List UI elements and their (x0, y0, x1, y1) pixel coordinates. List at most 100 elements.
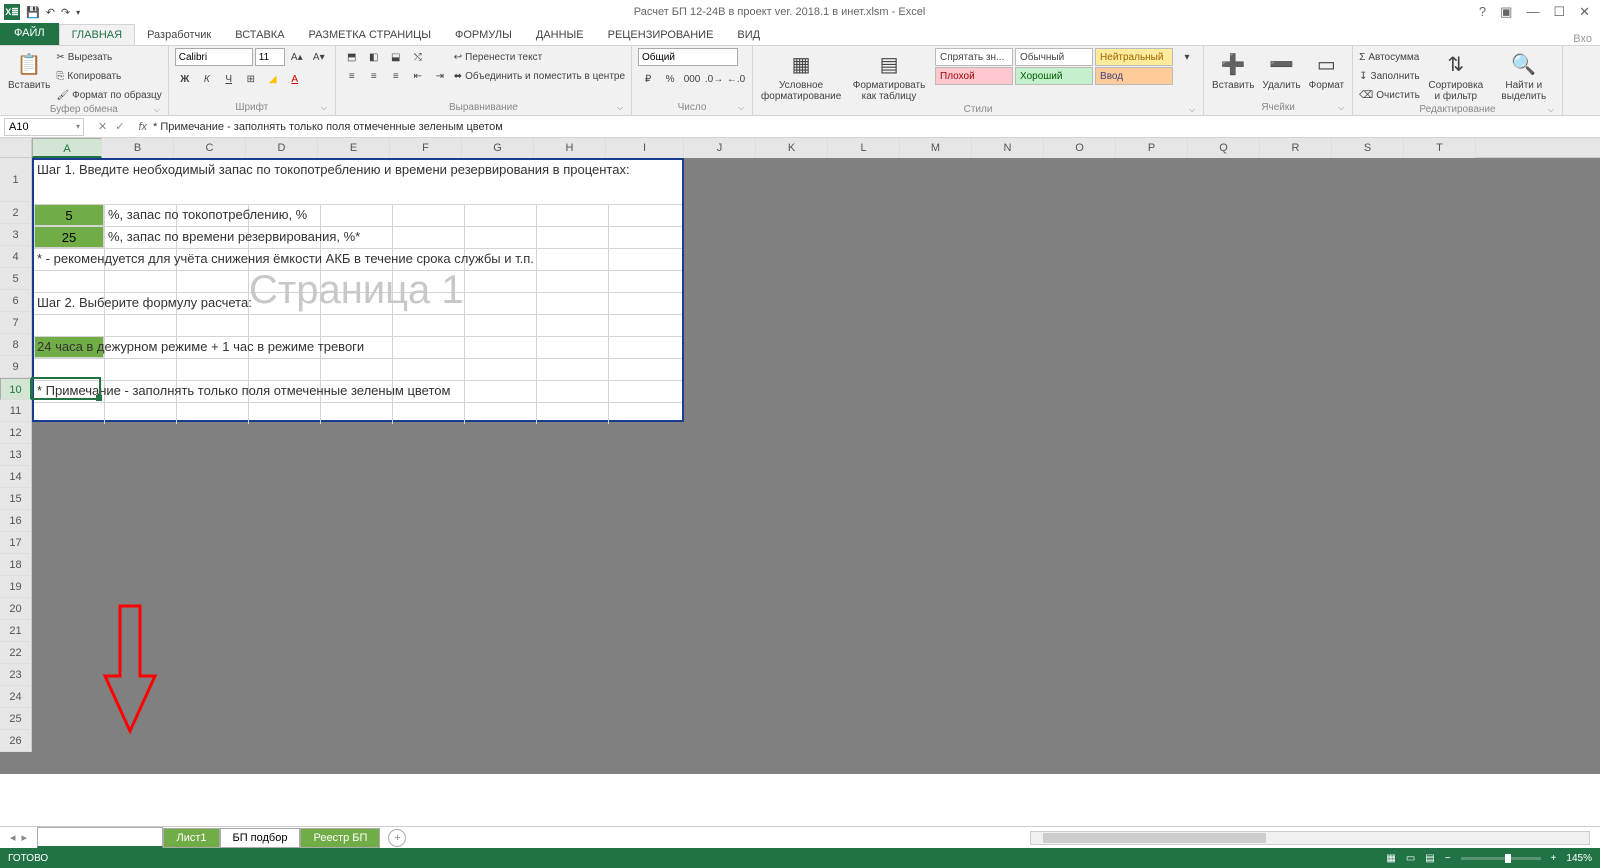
conditional-format-button[interactable]: ▦Условное форматирование (759, 48, 843, 104)
cancel-fx-icon[interactable]: ✕ (98, 120, 107, 133)
row-header[interactable]: 7 (0, 312, 32, 334)
style-normal[interactable]: Обычный (1015, 48, 1093, 66)
select-all-corner[interactable] (0, 138, 32, 157)
align-center-icon[interactable]: ≡ (364, 67, 384, 85)
delete-cells-button[interactable]: ➖Удалить (1260, 48, 1302, 93)
view-normal-icon[interactable]: ▦ (1386, 853, 1395, 864)
column-header[interactable]: H (534, 138, 606, 158)
column-header[interactable]: R (1260, 138, 1332, 158)
clear-button[interactable]: ⌫Очистить (1359, 86, 1420, 104)
row-header[interactable]: 17 (0, 532, 32, 554)
paste-button[interactable]: 📋 Вставить (6, 48, 52, 93)
signin-label[interactable]: Вхо (1573, 33, 1600, 45)
row-header[interactable]: 24 (0, 686, 32, 708)
row-header[interactable]: 18 (0, 554, 32, 576)
column-header[interactable]: E (318, 138, 390, 158)
row-header[interactable]: 22 (0, 642, 32, 664)
cut-button[interactable]: ✂Вырезать (56, 48, 161, 66)
row-header[interactable]: 1 (0, 158, 32, 202)
row-header[interactable]: 11 (0, 400, 32, 422)
row-header[interactable]: 21 (0, 620, 32, 642)
row-header[interactable]: 15 (0, 488, 32, 510)
row-header[interactable]: 10 (0, 378, 32, 400)
sheet-nav-prev-icon[interactable]: ◂ (10, 831, 16, 844)
save-icon[interactable]: 💾 (26, 6, 40, 19)
style-good[interactable]: Хороший (1015, 67, 1093, 85)
input-cell-a3[interactable]: 25 (34, 226, 104, 248)
column-header[interactable]: C (174, 138, 246, 158)
undo-icon[interactable]: ↶ (46, 6, 55, 19)
currency-icon[interactable]: ₽ (638, 70, 658, 88)
file-tab[interactable]: ФАЙЛ (0, 23, 59, 45)
zoom-slider[interactable] (1461, 857, 1541, 860)
row-header[interactable]: 25 (0, 708, 32, 730)
sheet-tab-bp-match[interactable]: БП подбор (220, 828, 301, 848)
fill-button[interactable]: ↧Заполнить (1359, 67, 1420, 85)
column-header[interactable]: L (828, 138, 900, 158)
row-header[interactable]: 20 (0, 598, 32, 620)
row-header[interactable]: 16 (0, 510, 32, 532)
style-hide[interactable]: Спрятать зн... (935, 48, 1013, 66)
column-header[interactable]: B (102, 138, 174, 158)
increase-font-icon[interactable]: A▴ (287, 48, 307, 66)
view-page-break-icon[interactable]: ▤ (1425, 853, 1434, 864)
format-as-table-button[interactable]: ▤Форматировать как таблицу (847, 48, 931, 104)
column-header[interactable]: T (1404, 138, 1476, 158)
column-header[interactable]: O (1044, 138, 1116, 158)
tab-developer[interactable]: Разработчик (135, 25, 223, 45)
orientation-icon[interactable]: ⤭ (408, 48, 428, 66)
input-cell-a2[interactable]: 5 (34, 204, 104, 226)
row-header[interactable]: 19 (0, 576, 32, 598)
underline-icon[interactable]: Ч (219, 70, 239, 88)
style-input[interactable]: Ввод (1095, 67, 1173, 85)
redo-icon[interactable]: ↷ (61, 6, 70, 19)
align-middle-icon[interactable]: ◧ (364, 48, 384, 66)
copy-button[interactable]: ⎘Копировать (56, 67, 161, 85)
tab-formulas[interactable]: ФОРМУЛЫ (443, 25, 524, 45)
inc-decimal-icon[interactable]: .0→ (704, 70, 724, 88)
style-bad[interactable]: Плохой (935, 67, 1013, 85)
column-header[interactable]: I (606, 138, 684, 158)
row-header[interactable]: 8 (0, 334, 32, 356)
sort-filter-button[interactable]: ⇅Сортировка и фильтр (1424, 48, 1488, 104)
format-painter-button[interactable]: 🖌Формат по образцу (56, 86, 161, 104)
sheet-tab-list1[interactable]: Лист1 (163, 828, 219, 848)
align-left-icon[interactable]: ≡ (342, 67, 362, 85)
fx-icon[interactable]: fx (138, 121, 153, 133)
tab-home[interactable]: ГЛАВНАЯ (59, 24, 135, 45)
number-format-select[interactable] (638, 48, 738, 66)
horizontal-scrollbar[interactable] (1030, 831, 1590, 845)
wrap-text-button[interactable]: ↩Перенести текст (454, 48, 625, 66)
autosum-button[interactable]: ΣАвтосумма (1359, 48, 1420, 66)
font-name-select[interactable] (175, 48, 253, 66)
column-header[interactable]: Q (1188, 138, 1260, 158)
sheet-tab-bp-registry[interactable]: Реестр БП (300, 828, 380, 848)
name-box[interactable]: A10 (4, 118, 84, 136)
fill-color-icon[interactable]: ◢ (263, 70, 283, 88)
formula-input[interactable]: * Примечание - заполнять только поля отм… (153, 121, 1600, 133)
row-header[interactable]: 23 (0, 664, 32, 686)
column-header[interactable]: F (390, 138, 462, 158)
ribbon-options-icon[interactable]: ▣ (1500, 4, 1512, 20)
align-top-icon[interactable]: ⬒ (342, 48, 362, 66)
merge-center-button[interactable]: ⬌Объединить и поместить в центре (454, 67, 625, 85)
scrollbar-thumb[interactable] (1043, 833, 1266, 843)
font-color-icon[interactable]: А (285, 70, 305, 88)
enter-fx-icon[interactable]: ✓ (115, 120, 124, 133)
minimize-icon[interactable]: — (1526, 4, 1539, 20)
tab-review[interactable]: РЕЦЕНЗИРОВАНИЕ (596, 25, 726, 45)
column-header[interactable]: N (972, 138, 1044, 158)
indent-inc-icon[interactable]: ⇥ (430, 67, 450, 85)
column-header[interactable]: P (1116, 138, 1188, 158)
insert-cells-button[interactable]: ➕Вставить (1210, 48, 1256, 93)
indent-dec-icon[interactable]: ⇤ (408, 67, 428, 85)
row-header[interactable]: 3 (0, 224, 32, 246)
border-icon[interactable]: ⊞ (241, 70, 261, 88)
comma-icon[interactable]: 000 (682, 70, 702, 88)
align-bottom-icon[interactable]: ⬓ (386, 48, 406, 66)
decrease-font-icon[interactable]: A▾ (309, 48, 329, 66)
row-header[interactable]: 9 (0, 356, 32, 378)
row-header[interactable]: 13 (0, 444, 32, 466)
style-neutral[interactable]: Нейтральный (1095, 48, 1173, 66)
find-select-button[interactable]: 🔍Найти и выделить (1492, 48, 1556, 104)
